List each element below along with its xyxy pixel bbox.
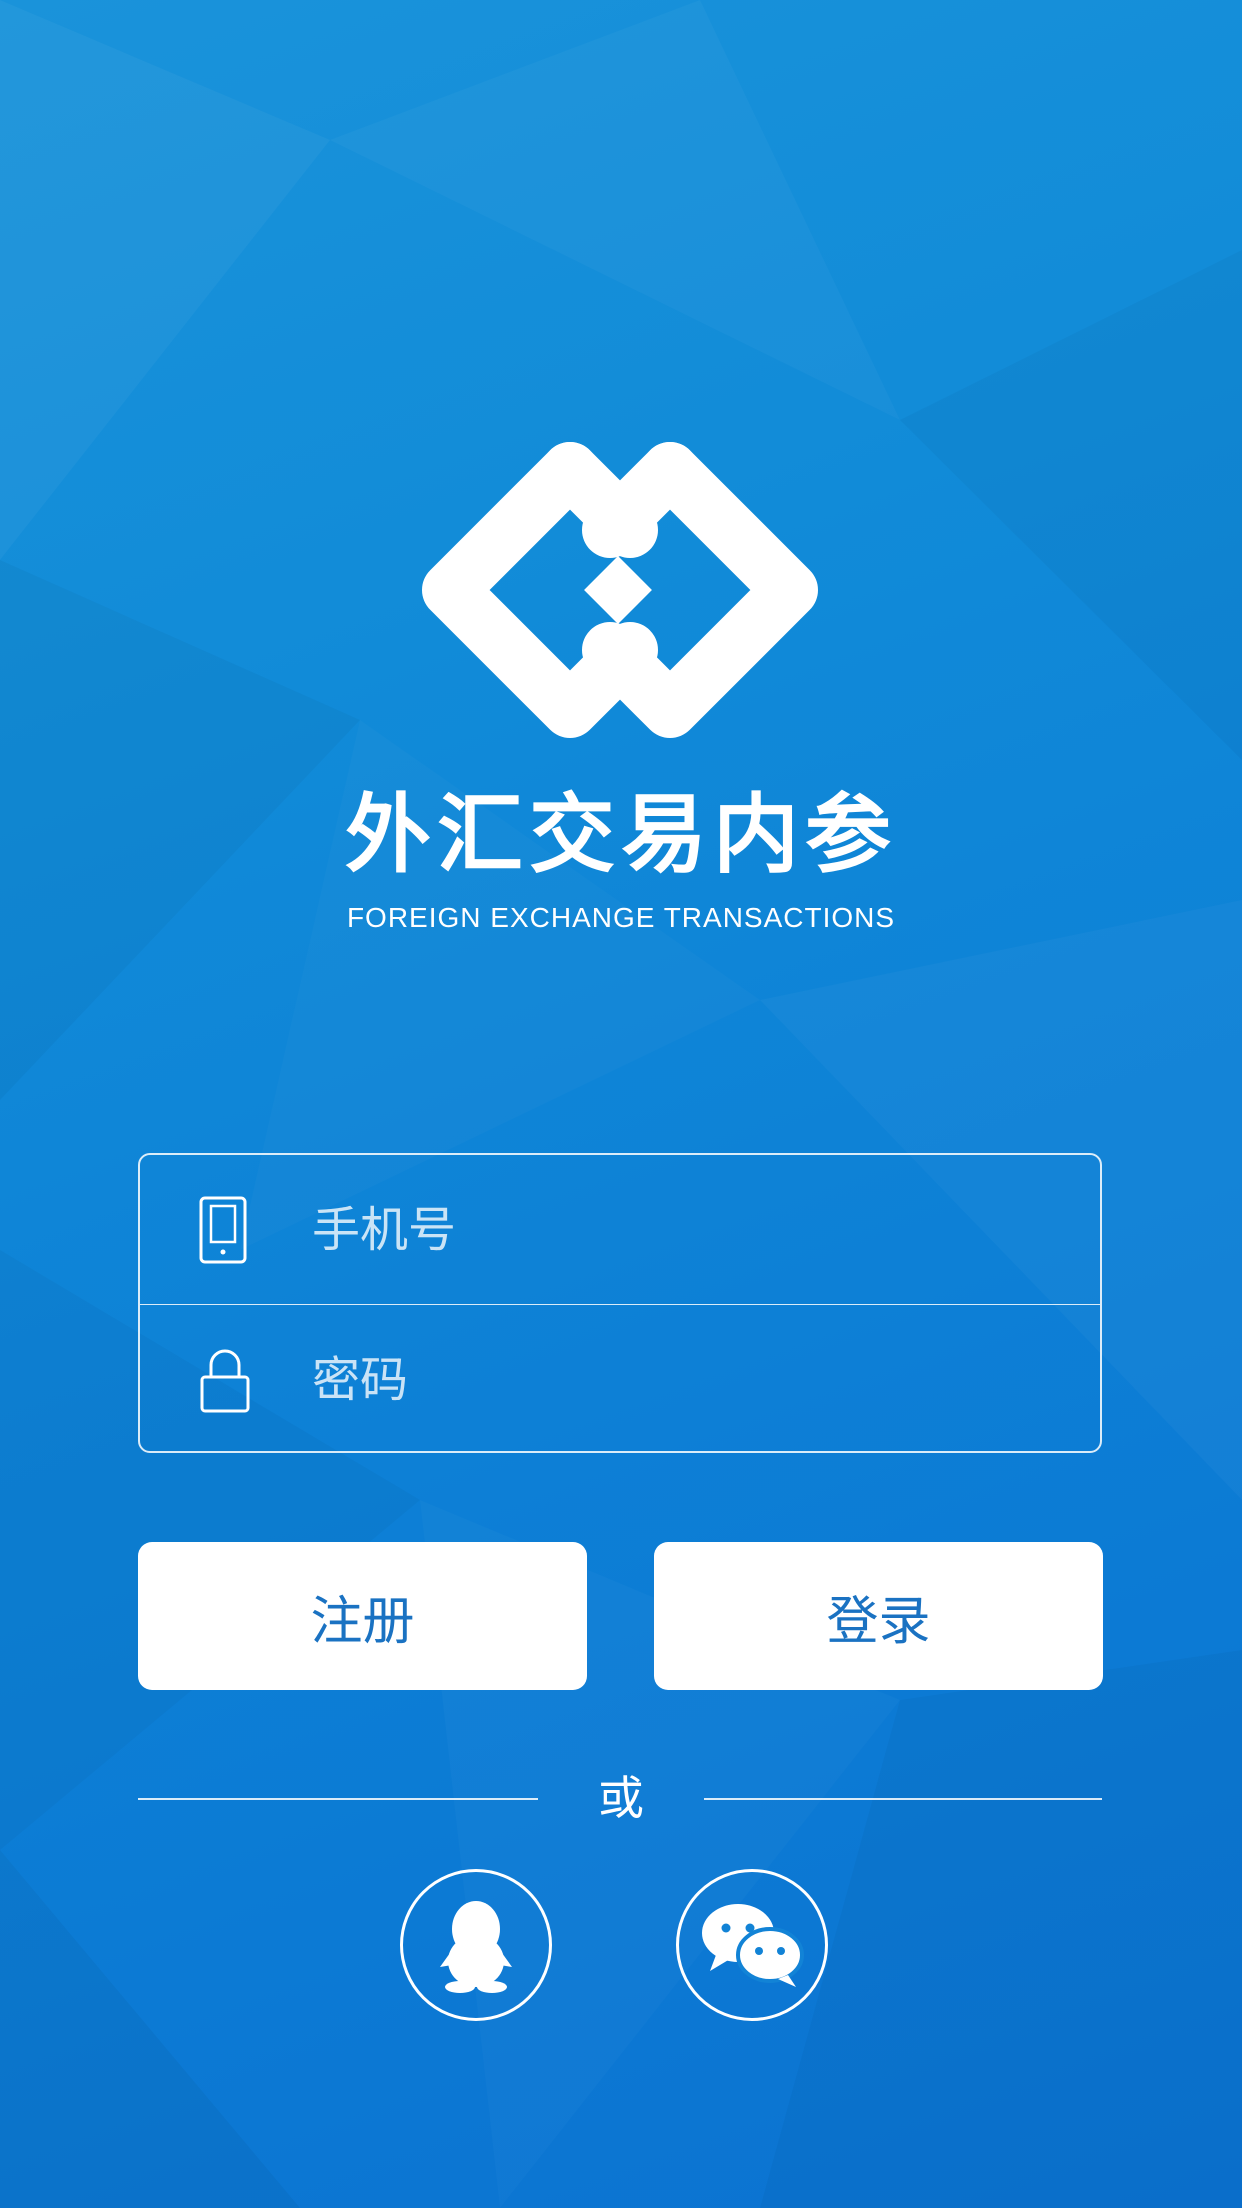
phone-input[interactable] [312, 1189, 1052, 1270]
phone-icon [199, 1196, 247, 1263]
password-input[interactable] [312, 1339, 1052, 1420]
phone-row [140, 1155, 1100, 1304]
app-title: 外汇交易内参 [345, 785, 897, 885]
qq-login-button[interactable] [400, 1869, 552, 2021]
password-row [140, 1305, 1100, 1454]
divider-line-right [704, 1798, 1102, 1800]
background-polygons [0, 0, 330, 2208]
exchange-logo-icon [422, 442, 818, 738]
or-divider-text: 或 [598, 1771, 644, 1825]
qq-penguin-icon [440, 1901, 512, 1993]
wechat-icon [702, 1904, 804, 1987]
register-button[interactable]: 注册 [138, 1542, 587, 1690]
login-form [138, 1153, 1102, 1453]
wechat-login-button[interactable] [676, 1869, 828, 2021]
app-subtitle: FOREIGN EXCHANGE TRANSACTIONS [346, 902, 896, 933]
lock-icon [200, 1349, 250, 1412]
login-button[interactable]: 登录 [654, 1542, 1103, 1690]
divider-line-left [138, 1798, 538, 1800]
login-screen: 外汇交易内参 FOREIGN EXCHANGE TRANSACTIONS 注册 … [0, 0, 1242, 2208]
